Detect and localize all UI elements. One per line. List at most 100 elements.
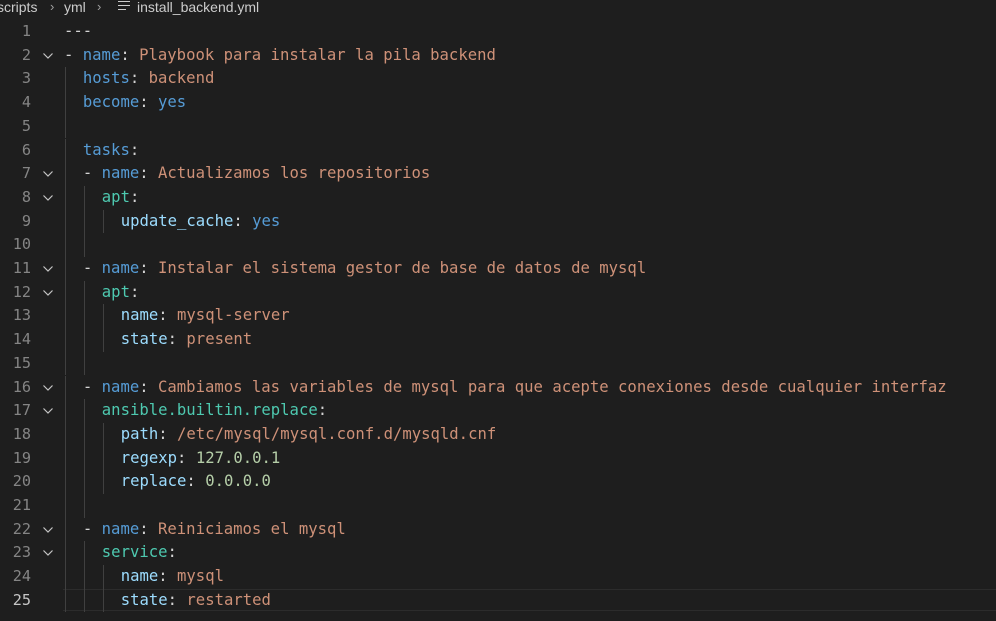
code-line[interactable]: 7 - name: Actualizamos los repositorios (0, 162, 996, 186)
indent-guide (83, 233, 85, 257)
indent-guide (102, 209, 104, 234)
indent-guide (83, 565, 85, 589)
fold-chevron-down-icon[interactable] (41, 523, 55, 537)
line-number: 17 (12, 401, 31, 420)
code-token: : (129, 69, 149, 88)
indent-guide (65, 280, 66, 305)
code-line[interactable]: 19 regexp: 127.0.0.1 (0, 446, 996, 471)
code-token: Instalar el sistema gestor de base de da… (158, 259, 647, 277)
code-line[interactable]: 21 (0, 494, 996, 518)
code-token: name (120, 567, 159, 586)
fold-chevron-down-icon[interactable] (41, 286, 55, 300)
code-token: apt (101, 187, 130, 206)
code-token: : (129, 282, 140, 301)
indent-guide (65, 328, 66, 352)
indent-guide (102, 470, 104, 494)
code-line[interactable]: 3 hosts: backend (0, 67, 996, 92)
code-token: Actualizamos los repositorios (158, 164, 431, 183)
line-number: 7 (21, 164, 31, 183)
code-token: Cambiamos las variables de mysql para qu… (158, 377, 947, 396)
code-line[interactable]: 11 - name: Instalar el sistema gestor de … (0, 257, 996, 281)
indent-guide (102, 422, 104, 447)
breadcrumb-item-yml[interactable]: yml (64, 0, 86, 16)
indent-guide (65, 162, 66, 186)
code-line[interactable]: 18 path: /etc/mysql/mysql.conf.d/mysqld.c… (0, 422, 996, 447)
code-token: : (177, 448, 196, 467)
code-token: update_cache (120, 211, 234, 230)
indent-guide (65, 494, 66, 518)
code-line[interactable]: 13 name: mysql-server (0, 304, 996, 329)
code-editor[interactable]: 1 --- 2- name: Playbook para instalar la p… (0, 20, 996, 621)
code-token: : (158, 306, 178, 325)
code-text: tasks: (83, 139, 139, 163)
code-text: - name: Instalar el sistema gestor de ba… (83, 257, 646, 281)
fold-chevron-down-icon[interactable] (41, 191, 55, 205)
line-number: 6 (21, 140, 31, 159)
code-token: --- (64, 22, 93, 40)
code-line[interactable]: 2 - name: Playbook para instalar la pila … (0, 44, 996, 68)
code-token: : (317, 401, 328, 420)
code-token: name (82, 45, 121, 64)
fold-chevron-down-icon[interactable] (41, 49, 55, 63)
code-token: replace (120, 472, 187, 491)
fold-chevron-down-icon[interactable] (41, 167, 55, 181)
line-number: 14 (12, 330, 31, 349)
code-text: ansible.builtin.replace: (102, 399, 327, 423)
line-number: 5 (21, 116, 31, 135)
code-token: name (120, 306, 159, 325)
code-line[interactable]: 23 service: (0, 541, 996, 566)
file-lines-icon (118, 1, 130, 13)
fold-chevron-down-icon[interactable] (41, 404, 55, 418)
breadcrumb-item-file[interactable]: install_backend.yml (137, 0, 259, 16)
code-line[interactable]: 24 name: mysql (0, 565, 996, 589)
code-token: restarted (186, 590, 271, 609)
code-text: replace: 0.0.0.0 (121, 470, 271, 494)
code-token: - (82, 164, 102, 183)
code-line[interactable]: 17 ansible.builtin.replace: (0, 399, 996, 423)
code-token: name (101, 519, 140, 538)
code-text: name: mysql-server (121, 304, 290, 328)
code-token: 0.0.0.0 (205, 472, 271, 491)
code-line[interactable]: 25 state: restarted (0, 588, 996, 613)
code-line[interactable]: 4 become: yes (0, 91, 996, 115)
code-line[interactable]: 5 (0, 114, 996, 139)
code-token: name (101, 377, 140, 396)
code-token: 127.0.0.1 (195, 448, 281, 467)
code-token: : (120, 45, 140, 64)
indent-guide (83, 470, 85, 494)
fold-chevron-down-icon[interactable] (41, 262, 55, 276)
code-text: become: yes (83, 91, 186, 115)
indent-guide (65, 185, 66, 210)
code-line[interactable]: 6 tasks: (0, 138, 996, 163)
code-token: - (82, 377, 102, 396)
code-line[interactable]: 20 replace: 0.0.0.0 (0, 470, 996, 494)
line-number: 11 (12, 259, 31, 277)
code-line[interactable]: 22 - name: Reiniciamos el mysql (0, 517, 996, 542)
code-line[interactable]: 9 update_cache: yes (0, 209, 996, 234)
code-line[interactable]: 12 apt: (0, 280, 996, 305)
code-line[interactable]: 1 --- (0, 20, 996, 44)
code-line[interactable]: 10 (0, 233, 996, 257)
breadcrumb: scripts › yml › install_backend.yml (0, 0, 996, 17)
code-token: : (139, 259, 159, 277)
indent-guide (83, 494, 85, 518)
code-line[interactable]: 8 apt: (0, 185, 996, 210)
code-token: state (120, 330, 168, 349)
code-text: state: present (121, 328, 252, 352)
indent-guide (83, 209, 85, 234)
code-token: present (186, 330, 253, 349)
code-line[interactable]: 15 (0, 351, 996, 376)
code-line[interactable]: 16 - name: Cambiamos las variables de mys… (0, 375, 996, 400)
indent-guide (65, 375, 66, 400)
code-text: apt: (102, 186, 140, 210)
indent-guide (65, 91, 66, 115)
indent-guide (83, 541, 85, 566)
line-number: 20 (12, 472, 31, 491)
code-token: mysql (177, 567, 224, 586)
breadcrumb-item-scripts[interactable]: scripts (0, 0, 37, 16)
fold-chevron-down-icon[interactable] (41, 381, 55, 395)
line-number: 10 (12, 235, 31, 254)
code-token: backend (148, 69, 215, 88)
fold-chevron-down-icon[interactable] (41, 546, 55, 560)
code-line[interactable]: 14 state: present (0, 328, 996, 352)
